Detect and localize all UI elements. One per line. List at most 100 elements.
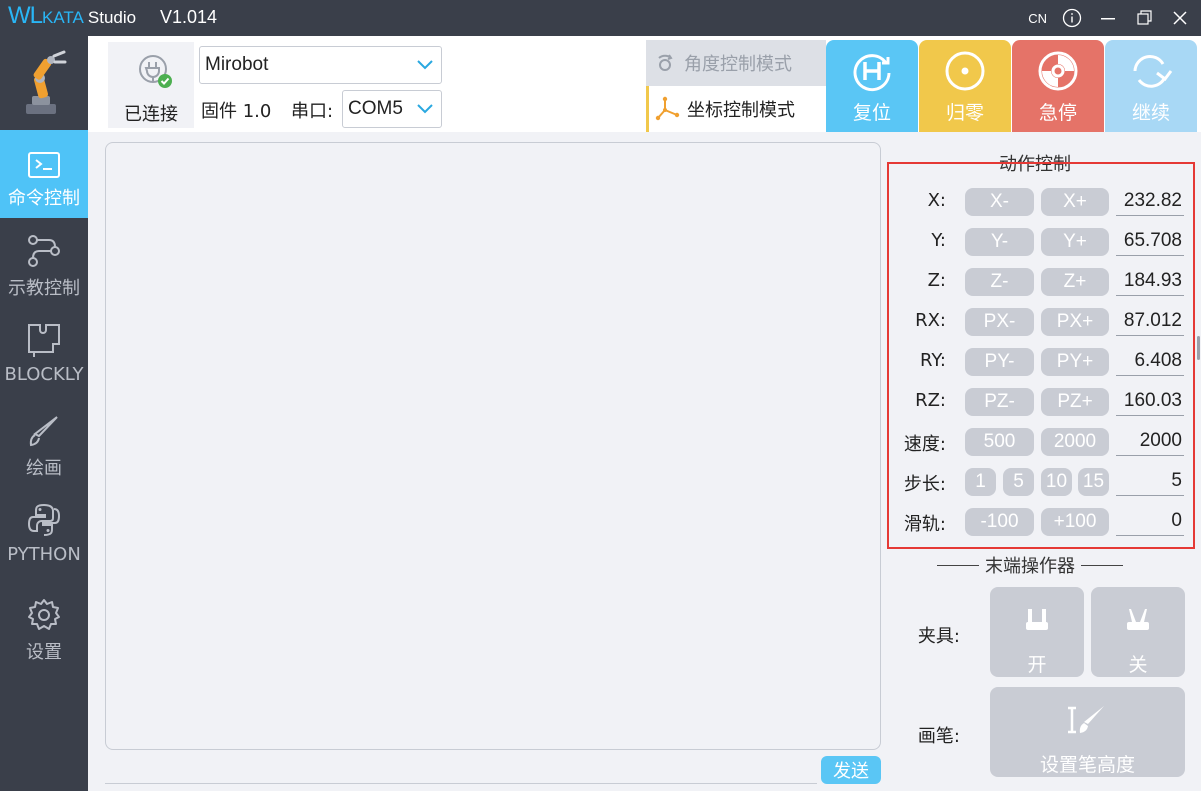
step-label: 步长: [903, 474, 946, 495]
axis-plus-button[interactable]: PY+ [1041, 348, 1109, 376]
emergency-stop-label: 急停 [1038, 102, 1077, 124]
step-15-button[interactable]: 15 [1078, 468, 1109, 496]
axis-value[interactable]: 65.708 [1116, 226, 1184, 256]
axis-minus-button[interactable]: PX- [965, 308, 1034, 336]
speed-2000-button[interactable]: 2000 [1041, 428, 1109, 456]
app-version: V1.014 [160, 7, 218, 27]
axis-minus-button[interactable]: Y- [965, 228, 1034, 256]
emergency-stop-icon [1036, 48, 1080, 94]
robot-arm-icon [0, 50, 88, 120]
send-button[interactable]: 发送 [821, 756, 881, 784]
coord-mode-label: 坐标控制模式 [687, 100, 795, 121]
sidebar: 命令控制 示教控制 BLOCKLY 绘画 PYTHON 设置 [0, 36, 88, 791]
axis-label: Z: [927, 270, 946, 291]
axis-plus-button[interactable]: X+ [1041, 188, 1109, 216]
axis-label: X: [927, 190, 946, 211]
axis-label: RZ: [915, 390, 946, 411]
nav-blockly[interactable]: BLOCKLY [0, 310, 88, 398]
pen-label: 画笔: [917, 726, 960, 747]
axis-value[interactable]: 6.408 [1116, 346, 1184, 376]
python-icon [26, 490, 62, 538]
set-pen-height-button[interactable]: 设置笔高度 [990, 687, 1185, 777]
command-input[interactable] [105, 758, 817, 784]
nav-drawing[interactable]: 绘画 [0, 400, 88, 488]
nav-label: PYTHON [7, 544, 81, 565]
pen-height-icon [1066, 693, 1110, 736]
reset-button[interactable]: 复位 [826, 40, 918, 132]
angle-mode-tab[interactable]: 角度控制模式 [646, 40, 826, 86]
axis-minus-button[interactable]: PY- [965, 348, 1034, 376]
axis-minus-button[interactable]: Z- [965, 268, 1034, 296]
panel-resize-handle[interactable] [1197, 336, 1200, 360]
port-label: 串口: [291, 101, 334, 122]
logo-main: WL [8, 2, 43, 29]
connection-status[interactable]: 已连接 [108, 42, 194, 128]
home-button[interactable]: 归零 [919, 40, 1011, 132]
gripper-close-button[interactable]: 关 [1091, 587, 1185, 677]
nav-settings[interactable]: 设置 [0, 584, 88, 672]
axis-plus-button[interactable]: PZ+ [1041, 388, 1109, 416]
step-value[interactable]: 5 [1116, 466, 1184, 496]
axis-coord-icon [649, 96, 687, 122]
speed-label: 速度: [903, 434, 946, 455]
minimize-icon[interactable] [1097, 7, 1119, 29]
emergency-stop-button[interactable]: 急停 [1012, 40, 1104, 132]
axis-value[interactable]: 160.03 [1116, 386, 1184, 416]
info-icon[interactable] [1061, 7, 1083, 29]
puzzle-icon [26, 310, 62, 358]
gripper-open-button[interactable]: 开 [990, 587, 1084, 677]
continue-button[interactable]: 继续 [1105, 40, 1197, 132]
maximize-icon[interactable] [1133, 7, 1155, 29]
gripper-close-label: 关 [1128, 654, 1148, 676]
axis-value[interactable]: 232.82 [1116, 186, 1184, 216]
step-10-button[interactable]: 10 [1041, 468, 1072, 496]
robot-model-value: Mirobot [205, 54, 269, 75]
nav-label: 设置 [26, 642, 62, 663]
close-icon[interactable] [1169, 7, 1191, 29]
port-value: COM5 [348, 98, 403, 119]
step-5-button[interactable]: 5 [1003, 468, 1034, 496]
robot-model-select[interactable]: Mirobot [199, 46, 442, 84]
speed-500-button[interactable]: 500 [965, 428, 1034, 456]
axis-plus-button[interactable]: Z+ [1041, 268, 1109, 296]
port-select[interactable]: COM5 [342, 90, 442, 128]
axis-minus-button[interactable]: PZ- [965, 388, 1034, 416]
connected-label: 已连接 [124, 104, 178, 125]
nav-label: 命令控制 [8, 188, 80, 209]
rail-value[interactable]: 0 [1116, 506, 1184, 536]
axis-plus-button[interactable]: PX+ [1041, 308, 1109, 336]
gripper-label: 夹具: [917, 626, 960, 647]
chevron-down-icon [417, 54, 433, 76]
nav-label: 示教控制 [8, 278, 80, 299]
axis-plus-button[interactable]: Y+ [1041, 228, 1109, 256]
home-label: 归零 [945, 102, 984, 124]
axis-label: RY: [919, 350, 946, 371]
gripper-close-icon [1123, 593, 1153, 636]
rail-minus-button[interactable]: -100 [965, 508, 1034, 536]
set-pen-height-label: 设置笔高度 [1039, 754, 1135, 776]
nav-label: BLOCKLY [4, 364, 84, 385]
continue-arrow-icon [1127, 48, 1175, 94]
axis-value[interactable]: 87.012 [1116, 306, 1184, 336]
nav-python[interactable]: PYTHON [0, 490, 88, 578]
axis-value[interactable]: 184.93 [1116, 266, 1184, 296]
nav-command-control[interactable]: 命令控制 [0, 130, 88, 218]
axis-label: Y: [931, 230, 946, 251]
speed-value[interactable]: 2000 [1116, 426, 1184, 456]
angle-mode-label: 角度控制模式 [684, 54, 792, 75]
home-target-icon [943, 48, 987, 94]
command-log-area[interactable] [105, 142, 881, 750]
rail-plus-button[interactable]: +100 [1041, 508, 1109, 536]
step-1-button[interactable]: 1 [965, 468, 996, 496]
nav-label: 绘画 [26, 458, 62, 479]
terminal-icon [28, 130, 60, 178]
language-toggle[interactable]: CN [1028, 11, 1047, 26]
coord-mode-tab[interactable]: 坐标控制模式 [646, 86, 826, 132]
axis-minus-button[interactable]: X- [965, 188, 1034, 216]
title-bar: WL KATA Studio V1.014 CN [0, 0, 1201, 36]
nav-teach-control[interactable]: 示教控制 [0, 220, 88, 308]
continue-label: 继续 [1131, 102, 1170, 124]
control-mode-switch: 角度控制模式 坐标控制模式 [646, 40, 826, 132]
teach-path-icon [27, 220, 61, 268]
axis-label: RX: [915, 310, 946, 331]
